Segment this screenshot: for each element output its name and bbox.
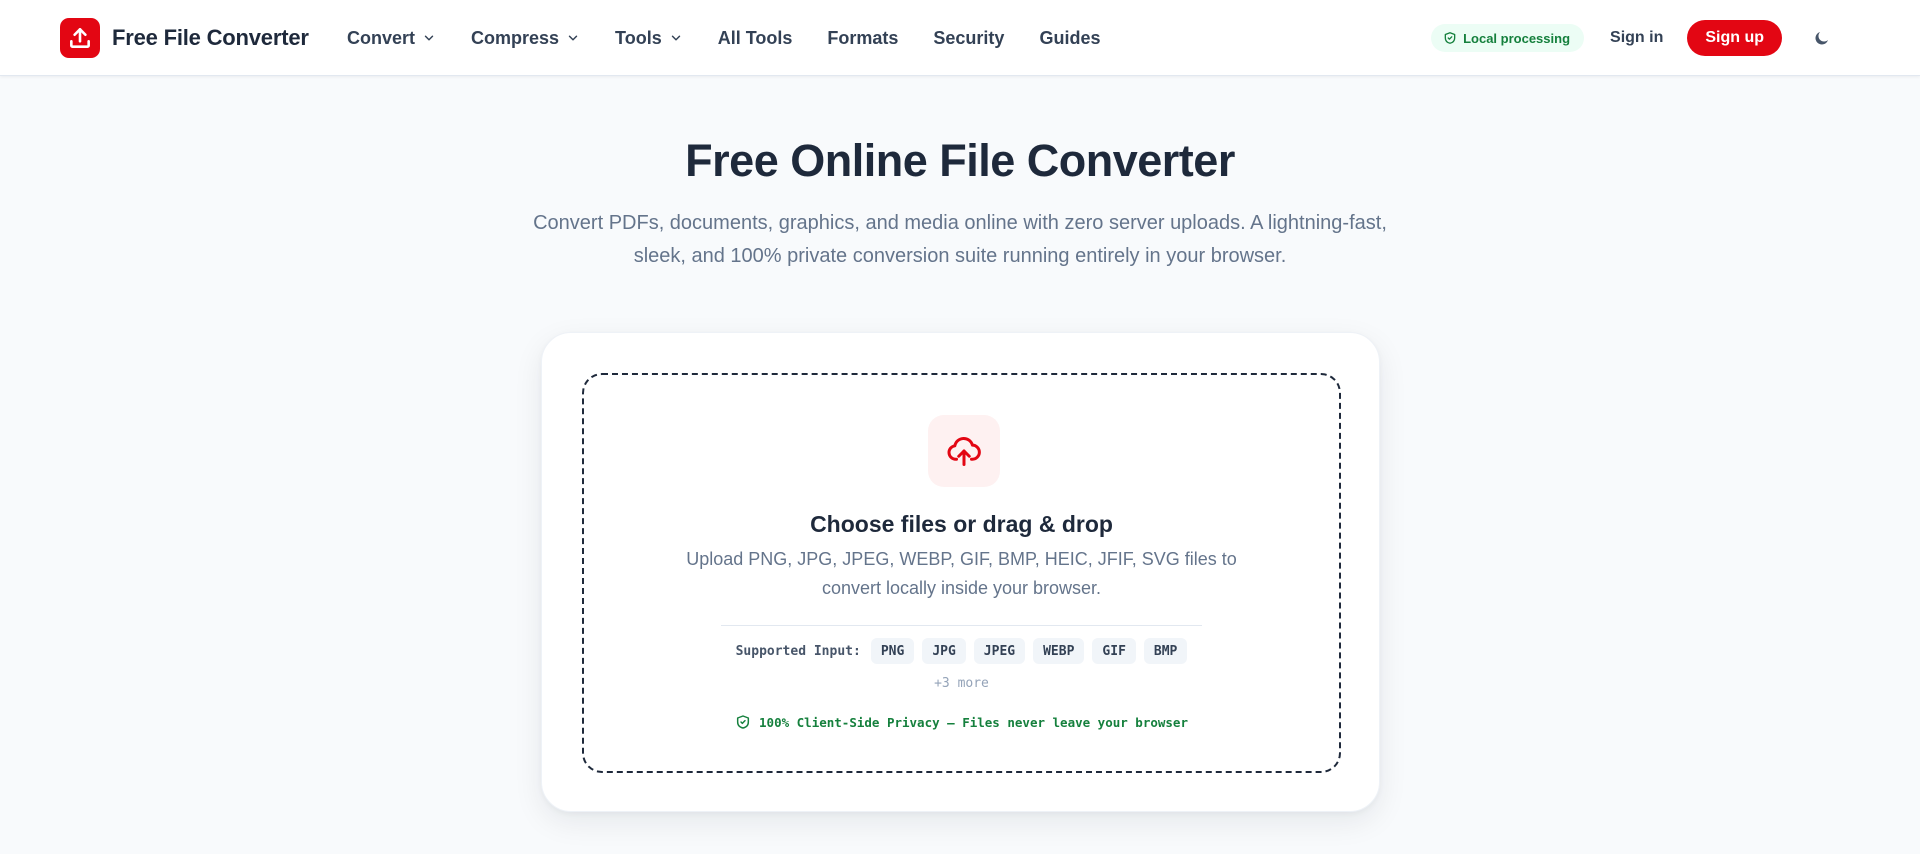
- upload-card: Choose files or drag & drop Upload PNG, …: [541, 332, 1380, 812]
- nav-convert[interactable]: Convert: [347, 28, 436, 49]
- nav-convert-label: Convert: [347, 27, 416, 48]
- nav-tools-label: Tools: [615, 27, 662, 48]
- dropzone-description: Upload PNG, JPG, JPEG, WEBP, GIF, BMP, H…: [686, 549, 1237, 598]
- format-chip: JPEG: [973, 638, 1026, 664]
- file-dropzone[interactable]: Choose files or drag & drop Upload PNG, …: [582, 373, 1341, 773]
- upload-logo-icon: [60, 18, 100, 58]
- supported-input-label: Supported Input:: [735, 643, 861, 659]
- sign-in-link[interactable]: Sign in: [1610, 29, 1663, 47]
- shield-check-icon: [1444, 32, 1456, 44]
- nav-security[interactable]: Security: [933, 28, 1004, 49]
- local-processing-label: Local processing: [1463, 30, 1571, 46]
- supported-formats-row: Supported Input: PNG JPG JPEG WEBP GIF B…: [584, 638, 1339, 664]
- upload-icon-box: [928, 415, 1000, 487]
- nav-security-label: Security: [933, 27, 1005, 48]
- chevron-down-icon: [568, 35, 578, 41]
- format-chip: WEBP: [1033, 638, 1085, 664]
- shield-check-icon: [736, 715, 750, 729]
- nav-guides-label: Guides: [1039, 27, 1101, 48]
- main-nav: Convert Compress Tools All Tools Formats…: [347, 0, 1100, 76]
- brand-logo[interactable]: Free File Converter: [60, 18, 309, 58]
- moon-icon: [1815, 32, 1828, 45]
- local-processing-badge: Local processing: [1431, 24, 1585, 52]
- format-chip: PNG: [870, 638, 915, 664]
- divider: [721, 625, 1202, 626]
- chevron-down-icon: [424, 35, 434, 41]
- dropzone-title: Choose files or drag & drop: [810, 511, 1113, 537]
- nav-all-tools-label: All Tools: [717, 27, 793, 48]
- nav-tools[interactable]: Tools: [615, 28, 683, 49]
- cloud-upload-icon: [947, 436, 981, 466]
- nav-guides[interactable]: Guides: [1039, 28, 1100, 49]
- page-subtitle: Convert PDFs, documents, graphics, and m…: [533, 212, 1387, 267]
- chevron-down-icon: [671, 35, 680, 41]
- top-navbar: Free File Converter Convert Compress Too…: [0, 0, 1920, 76]
- format-chip: JPG: [922, 638, 966, 664]
- nav-compress-label: Compress: [471, 27, 560, 48]
- sign-up-button[interactable]: Sign up: [1687, 20, 1782, 56]
- format-chip: BMP: [1143, 638, 1188, 664]
- nav-formats[interactable]: Formats: [827, 28, 898, 49]
- privacy-note-text: 100% Client-Side Privacy — Files never l…: [759, 714, 1188, 730]
- privacy-note: 100% Client-Side Privacy — Files never l…: [584, 712, 1339, 732]
- brand-name: Free File Converter: [112, 25, 309, 50]
- nav-all-tools[interactable]: All Tools: [718, 28, 793, 49]
- nav-formats-label: Formats: [827, 27, 899, 48]
- theme-toggle[interactable]: [1812, 28, 1832, 48]
- format-chip: GIF: [1092, 638, 1136, 664]
- nav-actions: Local processing Sign in Sign up: [1431, 0, 1832, 76]
- nav-compress[interactable]: Compress: [471, 28, 580, 49]
- more-formats-text: +3 more: [934, 676, 989, 691]
- page-title: Free Online File Converter: [685, 135, 1235, 186]
